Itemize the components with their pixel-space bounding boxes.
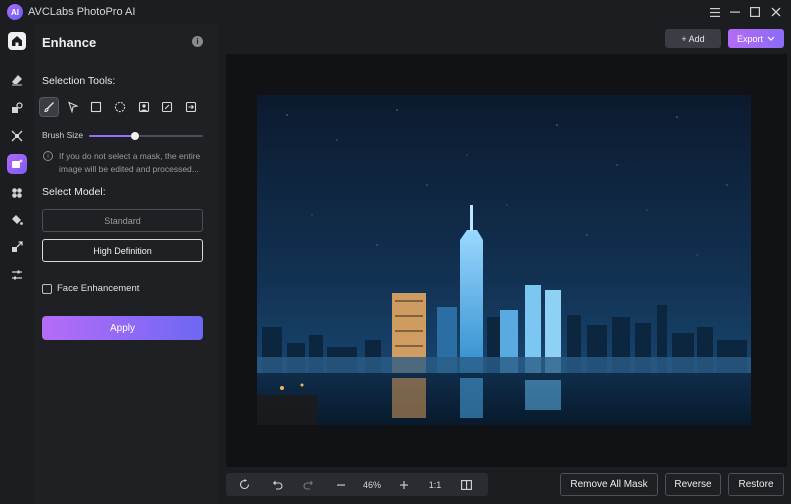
home-icon[interactable] bbox=[8, 32, 26, 50]
face-enhancement-label[interactable]: Face Enhancement bbox=[57, 283, 139, 294]
restore-button[interactable]: Restore bbox=[728, 473, 784, 496]
export-button[interactable]: Export bbox=[728, 29, 784, 48]
add-button[interactable]: + Add bbox=[665, 29, 721, 48]
select-model-label: Select Model: bbox=[42, 186, 106, 198]
object-icon[interactable] bbox=[8, 184, 26, 202]
panel-title: Enhance bbox=[42, 35, 97, 50]
brush-size-handle[interactable] bbox=[130, 132, 139, 140]
lasso-icon[interactable] bbox=[63, 97, 83, 117]
ellipse-icon[interactable] bbox=[110, 97, 130, 117]
zoom-in-icon[interactable] bbox=[392, 473, 416, 496]
rectangle-icon[interactable] bbox=[86, 97, 106, 117]
invert-icon[interactable] bbox=[181, 97, 201, 117]
hint-info-icon: i bbox=[43, 151, 53, 161]
selection-tools-label: Selection Tools: bbox=[42, 75, 116, 87]
eraser-icon[interactable] bbox=[8, 71, 26, 89]
mask-hint-line-2: image will be edited and processed... bbox=[59, 164, 199, 174]
portrait-icon[interactable] bbox=[134, 97, 154, 117]
upscale-icon[interactable] bbox=[8, 238, 26, 256]
replace-icon[interactable] bbox=[8, 99, 26, 117]
image-canvas[interactable] bbox=[226, 54, 787, 467]
reverse-button[interactable]: Reverse bbox=[665, 473, 721, 496]
title-bar: AI AVCLabs PhotoPro AI bbox=[0, 0, 791, 24]
brush-icon[interactable] bbox=[39, 97, 59, 117]
apply-button[interactable]: Apply bbox=[42, 316, 203, 340]
enhance-icon[interactable] bbox=[7, 154, 27, 174]
city-night-photo bbox=[257, 95, 751, 425]
remove-all-mask-button[interactable]: Remove All Mask bbox=[560, 473, 658, 496]
mask-hint: If you do not select a mask, the entire … bbox=[59, 150, 209, 176]
model-high-definition-button[interactable]: High Definition bbox=[42, 239, 203, 262]
rotate-icon[interactable] bbox=[232, 473, 256, 496]
auto-select-icon[interactable] bbox=[157, 97, 177, 117]
adjust-icon[interactable] bbox=[8, 266, 26, 284]
app-title: AVCLabs PhotoPro AI bbox=[28, 6, 136, 18]
export-label: Export bbox=[736, 33, 763, 44]
workspace: + Add Export 46% 1:1 Remove All Mask Rev… bbox=[218, 24, 791, 504]
chevron-down-icon bbox=[767, 36, 775, 41]
actual-size-button[interactable]: 1:1 bbox=[422, 473, 448, 496]
zoom-level: 46% bbox=[362, 479, 381, 490]
enhance-panel: Enhance i Selection Tools: Brush Size i … bbox=[34, 24, 218, 504]
face-enhancement-checkbox[interactable] bbox=[42, 284, 52, 294]
maximize-icon[interactable] bbox=[746, 3, 764, 21]
hamburger-icon[interactable] bbox=[706, 3, 724, 21]
redo-icon[interactable] bbox=[296, 473, 320, 496]
app-logo: AI bbox=[7, 4, 23, 20]
undo-icon[interactable] bbox=[265, 473, 289, 496]
brush-size-slider[interactable] bbox=[89, 132, 203, 140]
tool-rail bbox=[0, 24, 34, 504]
brush-size-fill bbox=[89, 135, 135, 137]
paint-icon[interactable] bbox=[8, 211, 26, 229]
brush-size-label: Brush Size bbox=[42, 130, 84, 140]
compare-icon[interactable] bbox=[454, 473, 478, 496]
mask-hint-line-1: If you do not select a mask, the entire bbox=[59, 151, 201, 161]
view-controls: 46% 1:1 bbox=[226, 473, 488, 496]
info-icon[interactable]: i bbox=[192, 36, 203, 47]
minimize-icon[interactable] bbox=[726, 3, 744, 21]
crop-icon[interactable] bbox=[8, 127, 26, 145]
model-standard-button[interactable]: Standard bbox=[42, 209, 203, 232]
close-icon[interactable] bbox=[767, 3, 785, 21]
zoom-out-icon[interactable] bbox=[329, 473, 353, 496]
